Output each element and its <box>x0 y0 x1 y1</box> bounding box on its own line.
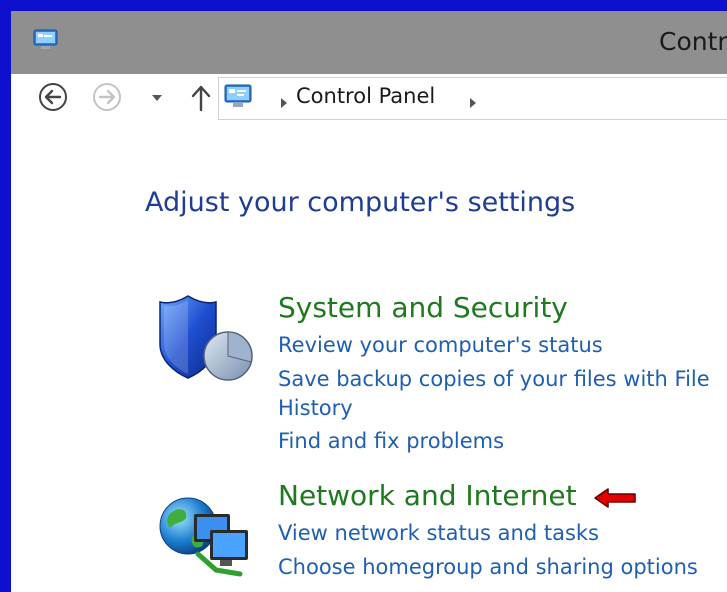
forward-button[interactable] <box>92 82 122 112</box>
breadcrumb-control-panel[interactable]: Control Panel <box>296 84 435 108</box>
window-title: Contr <box>659 27 727 56</box>
control-panel-app-icon[interactable] <box>33 29 58 51</box>
breadcrumb-chevron-icon[interactable] <box>281 98 287 108</box>
network-globe-icon[interactable] <box>158 484 256 582</box>
breadcrumb-chevron-icon[interactable] <box>470 98 476 108</box>
category-title-system-security[interactable]: System and Security <box>278 291 568 324</box>
recent-locations-dropdown[interactable] <box>150 93 164 103</box>
link-save-backup-continued[interactable]: History <box>278 396 353 420</box>
up-button[interactable] <box>190 84 212 112</box>
title-bar: Contr <box>11 11 727 74</box>
shield-icon[interactable] <box>158 292 256 390</box>
link-view-network-status[interactable]: View network status and tasks <box>278 521 599 545</box>
link-find-fix-problems[interactable]: Find and fix problems <box>278 429 504 453</box>
back-button[interactable] <box>38 82 68 112</box>
link-save-backup[interactable]: Save backup copies of your files with Fi… <box>278 367 710 391</box>
link-homegroup-sharing[interactable]: Choose homegroup and sharing options <box>278 555 698 579</box>
category-title-network-internet[interactable]: Network and Internet <box>278 479 577 512</box>
red-arrow-icon <box>594 488 636 508</box>
control-panel-icon <box>224 84 252 107</box>
link-review-status[interactable]: Review your computer's status <box>278 333 603 357</box>
page-heading: Adjust your computer's settings <box>145 187 576 218</box>
